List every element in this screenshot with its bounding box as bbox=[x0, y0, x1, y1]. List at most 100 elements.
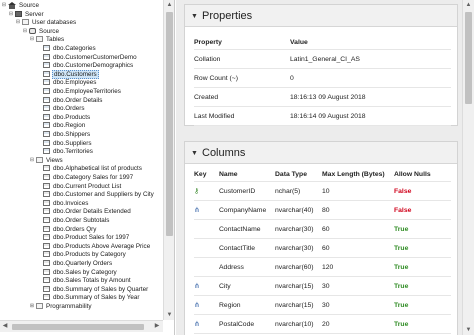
collapse-icon[interactable]: ⊟ bbox=[15, 18, 21, 27]
column-max-length: 30 bbox=[322, 283, 330, 290]
column-name: City bbox=[219, 283, 231, 290]
tree-node-label: dbo.Quarterly Orders bbox=[53, 260, 113, 267]
table-icon bbox=[43, 79, 50, 86]
tree-node-label: dbo.Products Above Average Price bbox=[53, 242, 151, 250]
folder-icon bbox=[36, 156, 43, 163]
table-icon bbox=[43, 70, 50, 77]
property-row: Collation Latin1_General_CI_AS bbox=[194, 50, 451, 69]
column-row[interactable]: Address nvarchar(60) 120 True bbox=[194, 258, 451, 277]
scroll-up-arrow-icon[interactable]: ▲ bbox=[164, 0, 174, 10]
collapse-icon[interactable]: ⊟ bbox=[29, 35, 35, 44]
column-row[interactable]: ContactTitle nvarchar(30) 60 True bbox=[194, 239, 451, 258]
table-icon bbox=[43, 62, 50, 69]
column-allow-nulls: True bbox=[394, 283, 409, 290]
column-name: ContactTitle bbox=[219, 245, 256, 252]
object-tree-panel: ⊟ Source ⊟ Server ⊟ User databases ⊟ Source ⊟ Tab… bbox=[0, 0, 175, 335]
server-icon bbox=[15, 10, 22, 17]
tree-vertical-scroll-thumb[interactable] bbox=[166, 12, 173, 236]
view-icon bbox=[43, 294, 50, 301]
column-max-length: 60 bbox=[322, 226, 330, 233]
collapse-icon[interactable]: ⊟ bbox=[1, 1, 7, 10]
tree-horizontal-scroll-thumb[interactable] bbox=[12, 324, 144, 330]
tree-node-label: Programmability bbox=[46, 303, 92, 310]
tree-node-label: dbo.Summary of Sales by Year bbox=[53, 294, 140, 302]
data-type-column-header: Data Type bbox=[275, 171, 307, 178]
view-icon bbox=[43, 182, 50, 189]
column-row[interactable]: ⋔ City nvarchar(15) 30 True bbox=[194, 277, 451, 296]
property-row: Last Modified 18:16:14 09 August 2018 bbox=[194, 107, 451, 126]
tree-node-label: Source bbox=[19, 2, 39, 9]
column-name: PostalCode bbox=[219, 321, 255, 328]
collapse-arrow-icon[interactable]: ▼ bbox=[191, 150, 198, 157]
tree-node-label: dbo.Suppliers bbox=[53, 139, 92, 147]
column-name: Address bbox=[219, 264, 244, 271]
property-name: Row Count (~) bbox=[194, 75, 239, 82]
column-row[interactable]: ⋔ CompanyName nvarchar(40) 80 False bbox=[194, 201, 451, 220]
tree-node-label: dbo.Products bbox=[53, 113, 91, 121]
collapse-icon[interactable]: ⊟ bbox=[22, 27, 28, 36]
index-icon: ⋔ bbox=[194, 283, 200, 290]
column-data-type: nvarchar(30) bbox=[275, 245, 314, 252]
column-max-length: 120 bbox=[322, 264, 334, 271]
tree-node-label: dbo.Category Sales for 1997 bbox=[53, 174, 134, 181]
tree-node-label: Source bbox=[39, 27, 59, 35]
column-data-type: nvarchar(10) bbox=[275, 321, 314, 328]
view-icon bbox=[43, 285, 50, 292]
index-icon: ⋔ bbox=[194, 321, 200, 328]
tree-node-label: dbo.Customer and Suppliers by City bbox=[53, 191, 154, 199]
tree-node-label: Server bbox=[25, 10, 44, 18]
tree-node-label: dbo.Order Details Extended bbox=[53, 208, 131, 216]
columns-title: Columns bbox=[202, 147, 246, 159]
property-column-header: Property bbox=[194, 39, 222, 46]
column-name: Region bbox=[219, 302, 241, 309]
column-allow-nulls: False bbox=[394, 207, 412, 214]
expand-icon[interactable]: ⊞ bbox=[29, 302, 35, 311]
scroll-down-arrow-icon[interactable]: ▼ bbox=[164, 310, 174, 320]
table-icon bbox=[43, 88, 50, 94]
scroll-left-arrow-icon[interactable]: ◀ bbox=[0, 321, 10, 332]
scroll-right-arrow-icon[interactable]: ▶ bbox=[152, 321, 162, 332]
view-icon bbox=[43, 260, 50, 266]
column-row[interactable]: ⚷ CustomerID nchar(5) 10 False bbox=[194, 182, 451, 201]
tree-node-label: dbo.Order Subtotals bbox=[53, 217, 110, 224]
view-icon bbox=[43, 174, 50, 180]
tree-node-label: dbo.Categories bbox=[53, 45, 96, 52]
property-value: 0 bbox=[290, 75, 294, 82]
column-row[interactable]: ⋔ PostalCode nvarchar(10) 20 True bbox=[194, 315, 451, 334]
tree-node-label: dbo.Sales by Category bbox=[53, 268, 117, 276]
collapse-arrow-icon[interactable]: ▼ bbox=[191, 13, 198, 20]
details-vertical-scrollbar[interactable]: ▲ ▼ bbox=[462, 0, 474, 335]
column-row[interactable]: ContactName nvarchar(30) 60 True bbox=[194, 220, 451, 239]
column-max-length: 60 bbox=[322, 245, 330, 252]
tree-node-label: dbo.Products by Category bbox=[53, 251, 126, 259]
tree-node-label: User databases bbox=[32, 19, 77, 27]
folder-icon bbox=[22, 19, 29, 26]
scroll-up-arrow-icon[interactable]: ▲ bbox=[463, 0, 474, 10]
tree-horizontal-scrollbar[interactable]: ◀ ▶ bbox=[0, 320, 163, 332]
scroll-down-arrow-icon[interactable]: ▼ bbox=[463, 325, 474, 335]
column-row[interactable]: ⋔ Region nvarchar(15) 30 True bbox=[194, 296, 451, 315]
properties-header[interactable]: ▼ Properties bbox=[185, 5, 457, 27]
database-icon bbox=[29, 27, 36, 34]
column-max-length: 30 bbox=[322, 302, 330, 309]
tree-node[interactable]: ⊞ Programmability bbox=[29, 302, 93, 311]
property-name: Created bbox=[194, 94, 219, 101]
columns-section: ▼ Columns Key Name Data Type Max Length … bbox=[184, 141, 458, 335]
details-vertical-scroll-thumb[interactable] bbox=[465, 12, 472, 104]
collapse-icon[interactable]: ⊟ bbox=[29, 156, 35, 165]
tree-vertical-scrollbar[interactable]: ▲ ▼ bbox=[163, 0, 174, 320]
columns-header[interactable]: ▼ Columns bbox=[185, 142, 457, 164]
tree-node-label: dbo.Territories bbox=[53, 148, 93, 156]
tree-node-label: dbo.Region bbox=[53, 122, 86, 130]
home-icon bbox=[8, 2, 16, 9]
column-max-length: 80 bbox=[322, 207, 330, 214]
index-icon: ⋔ bbox=[194, 207, 200, 214]
column-allow-nulls: True bbox=[394, 302, 409, 309]
properties-table: Property Value Collation Latin1_General_C… bbox=[194, 35, 451, 126]
column-allow-nulls: True bbox=[394, 264, 409, 271]
primary-key-icon: ⚷ bbox=[194, 188, 200, 195]
column-allow-nulls: True bbox=[394, 226, 409, 233]
collapse-icon[interactable]: ⊟ bbox=[8, 10, 14, 19]
table-icon bbox=[43, 139, 50, 146]
object-tree: ⊟ Source ⊟ Server ⊟ User databases ⊟ Source ⊟ Tab… bbox=[0, 0, 163, 320]
